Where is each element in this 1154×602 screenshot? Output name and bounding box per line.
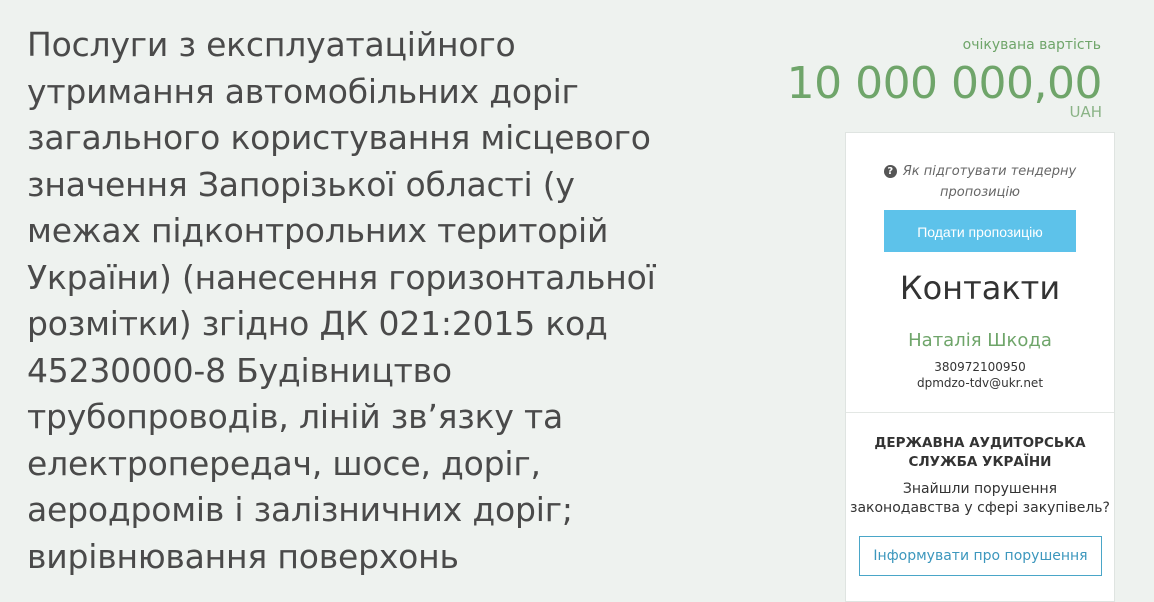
audit-text-line1: Знайшли порушення <box>902 481 1058 497</box>
audit-service-title: ДЕРЖАВНА АУДИТОРСЬКА СЛУЖБА УКРАЇНИ <box>846 434 1114 472</box>
sidebar-panel: ? Як підготувати тендерну пропозицію Пода… <box>845 132 1115 602</box>
submit-proposal-button[interactable]: Подати пропозицію <box>884 210 1076 252</box>
expected-cost-value: 10 000 000,00 <box>786 58 1103 109</box>
audit-text-line2: законодавства у сфері закупівель? <box>850 500 1110 516</box>
contact-email: dpmdzo-tdv@ukr.net <box>916 376 1044 390</box>
contact-phone: 380972100950 <box>934 360 1026 374</box>
howto-line2: пропозицію <box>940 185 1020 200</box>
section-divider <box>846 412 1114 413</box>
contacts-heading: Контакти <box>899 269 1061 307</box>
audit-service-text: Знайшли порушення законодавства у сфері … <box>846 480 1114 518</box>
currency-label: UAH <box>1069 103 1102 121</box>
audit-title-line2: СЛУЖБА УКРАЇНИ <box>908 454 1052 470</box>
report-violation-button[interactable]: Інформувати про порушення <box>859 536 1102 576</box>
howto-line1: Як підготувати тендерну <box>902 164 1077 179</box>
howto-link[interactable]: ? Як підготувати тендерну пропозицію <box>846 161 1114 203</box>
contact-name: Наталія Шкода <box>908 330 1052 351</box>
expected-cost-label: очікувана вартість <box>962 37 1101 53</box>
question-circle-icon: ? <box>883 165 897 178</box>
tender-title: Послуги з експлуатаційного утримання авт… <box>27 25 656 576</box>
audit-title-line1: ДЕРЖАВНА АУДИТОРСЬКА <box>874 435 1086 451</box>
